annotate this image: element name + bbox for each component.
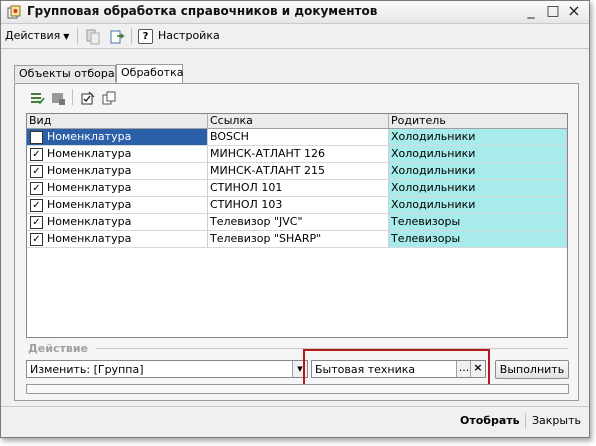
tab-selection-objects[interactable]: Объекты отбора	[14, 65, 116, 82]
kind-cell[interactable]: ✓ Номенклатура	[27, 231, 208, 247]
actions-menu[interactable]: Действия ▼	[5, 29, 69, 42]
table-row[interactable]: ✓ Номенклатура BOSCH Холодильники	[27, 129, 567, 146]
select-button[interactable]: Отобрать	[460, 414, 520, 427]
maximize-button[interactable]: □	[544, 2, 562, 20]
column-header-kind[interactable]: Вид	[27, 114, 208, 128]
objects-table: Вид Ссылка Родитель ✓ Номенклатура BOSCH …	[26, 113, 568, 338]
link-cell[interactable]: СТИНОЛ 101	[208, 180, 389, 196]
row-checkbox[interactable]: ✓	[30, 148, 43, 161]
check-all-icon[interactable]	[29, 90, 45, 106]
edit-checkboxes-icon[interactable]	[80, 90, 96, 106]
table-row[interactable]: ✓ Номенклатура Телевизор "JVC" Телевизоры	[27, 214, 567, 231]
row-checkbox[interactable]: ✓	[30, 131, 43, 144]
kind-text: Номенклатура	[47, 181, 132, 194]
kind-cell[interactable]: ✓ Номенклатура	[27, 197, 208, 213]
table-row[interactable]: ✓ Номенклатура Телевизор "SHARP" Телевизо…	[27, 231, 567, 248]
close-window-button[interactable]: ×	[565, 2, 583, 20]
kind-cell[interactable]: ✓ Номенклатура	[27, 180, 208, 196]
footer-separator	[525, 413, 526, 429]
link-cell[interactable]: МИНСК-АТЛАНТ 215	[208, 163, 389, 179]
help-button[interactable]: ?	[138, 29, 153, 44]
row-checkbox[interactable]: ✓	[30, 199, 43, 212]
kind-text: Номенклатура	[47, 215, 132, 228]
link-cell[interactable]: BOSCH	[208, 129, 389, 145]
copy-rows-icon[interactable]	[101, 90, 117, 106]
tab-processing[interactable]: Обработка	[116, 64, 183, 83]
row-checkbox[interactable]: ✓	[30, 182, 43, 195]
uncheck-all-icon[interactable]	[50, 90, 66, 106]
parent-cell[interactable]: Телевизоры	[389, 214, 567, 230]
toolbar-separator	[131, 28, 132, 44]
table-header: Вид Ссылка Родитель	[27, 114, 567, 129]
parent-cell[interactable]: Телевизоры	[389, 231, 567, 247]
toolbar: Действия ▼ ? Настройка	[1, 24, 589, 49]
kind-cell[interactable]: ✓ Номенклатура	[27, 163, 208, 179]
row-checkbox[interactable]: ✓	[30, 216, 43, 229]
row-checkbox[interactable]: ✓	[30, 233, 43, 246]
action-section-label: Действие	[28, 342, 88, 355]
copy-icon[interactable]	[84, 28, 102, 46]
footer-divider	[1, 406, 589, 407]
parent-cell[interactable]: Холодильники	[389, 197, 567, 213]
chevron-down-icon: ▼	[63, 32, 70, 41]
parent-cell[interactable]: Холодильники	[389, 163, 567, 179]
table-row[interactable]: ✓ Номенклатура СТИНОЛ 103 Холодильники	[27, 197, 567, 214]
kind-cell[interactable]: ✓ Номенклатура	[27, 129, 208, 145]
processing-window: Групповая обработка справочников и докум…	[0, 0, 590, 438]
parent-cell[interactable]: Холодильники	[389, 146, 567, 162]
kind-cell[interactable]: ✓ Номенклатура	[27, 146, 208, 162]
run-button[interactable]: Выполнить	[495, 360, 569, 379]
link-cell[interactable]: Телевизор "SHARP"	[208, 231, 389, 247]
minimize-button[interactable]: _	[522, 2, 540, 20]
paste-icon[interactable]	[108, 28, 126, 46]
kind-text: Номенклатура	[47, 232, 132, 245]
kind-text: Номенклатура	[47, 198, 132, 211]
settings-button[interactable]: Настройка	[158, 29, 220, 42]
table-row[interactable]: ✓ Номенклатура МИНСК-АТЛАНТ 215 Холодильн…	[27, 163, 567, 180]
kind-text: Номенклатура	[47, 147, 132, 160]
kind-text: Номенклатура	[47, 164, 132, 177]
link-cell[interactable]: Телевизор "JVC"	[208, 214, 389, 230]
progress-bar	[26, 384, 569, 394]
parent-cell[interactable]: Холодильники	[389, 129, 567, 145]
toolbar-separator	[77, 28, 78, 44]
action-select-value: Изменить: [Группа]	[30, 363, 144, 376]
app-icon	[7, 5, 21, 19]
row-checkbox[interactable]: ✓	[30, 165, 43, 178]
title-bar: Групповая обработка справочников и докум…	[1, 1, 589, 24]
table-row[interactable]: ✓ Номенклатура МИНСК-АТЛАНТ 126 Холодильн…	[27, 146, 567, 163]
parent-cell[interactable]: Холодильники	[389, 180, 567, 196]
table-row[interactable]: ✓ Номенклатура СТИНОЛ 101 Холодильники	[27, 180, 567, 197]
column-header-link[interactable]: Ссылка	[208, 114, 389, 128]
action-select[interactable]: Изменить: [Группа] ▼	[26, 360, 308, 378]
panel-toolbar-separator	[72, 89, 73, 105]
processing-panel: Вид Ссылка Родитель ✓ Номенклатура BOSCH …	[14, 83, 579, 401]
kind-cell[interactable]: ✓ Номенклатура	[27, 214, 208, 230]
actions-menu-label: Действия	[5, 29, 61, 42]
link-cell[interactable]: СТИНОЛ 103	[208, 197, 389, 213]
kind-text: Номенклатура	[47, 130, 132, 143]
column-header-parent[interactable]: Родитель	[389, 114, 567, 128]
window-title: Групповая обработка справочников и докум…	[27, 4, 378, 18]
link-cell[interactable]: МИНСК-АТЛАНТ 126	[208, 146, 389, 162]
close-button[interactable]: Закрыть	[532, 414, 581, 427]
